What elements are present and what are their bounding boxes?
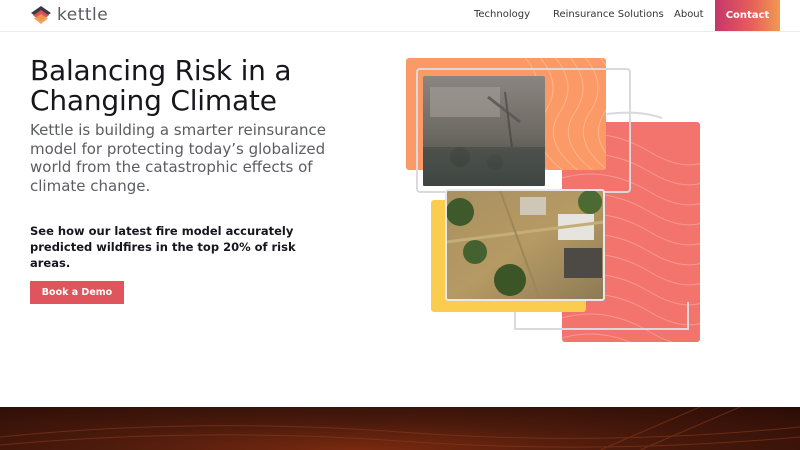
book-demo-button[interactable]: Book a Demo <box>30 281 124 304</box>
site-header: kettle Technology Reinsurance Solutions … <box>0 0 800 32</box>
hero-subtitle: Kettle is building a smarter reinsurance… <box>30 121 327 195</box>
fire-model-callout: See how our latest fire model accurately… <box>30 224 296 270</box>
nav-reinsurance-solutions[interactable]: Reinsurance Solutions <box>553 9 664 20</box>
dark-footer-band <box>0 407 800 450</box>
hero-image-collage <box>400 52 710 348</box>
kettle-logo-icon <box>31 6 51 24</box>
hero-title: Balancing Risk in a Changing Climate <box>30 54 292 117</box>
wave-lines-graphic <box>0 407 800 450</box>
collage-graphic <box>406 58 700 342</box>
contact-button[interactable]: Contact <box>715 0 780 31</box>
brand-name: kettle <box>57 5 109 25</box>
nav-about[interactable]: About <box>674 9 704 20</box>
brand-logo[interactable]: kettle <box>30 4 108 26</box>
nav-technology[interactable]: Technology <box>474 9 530 20</box>
